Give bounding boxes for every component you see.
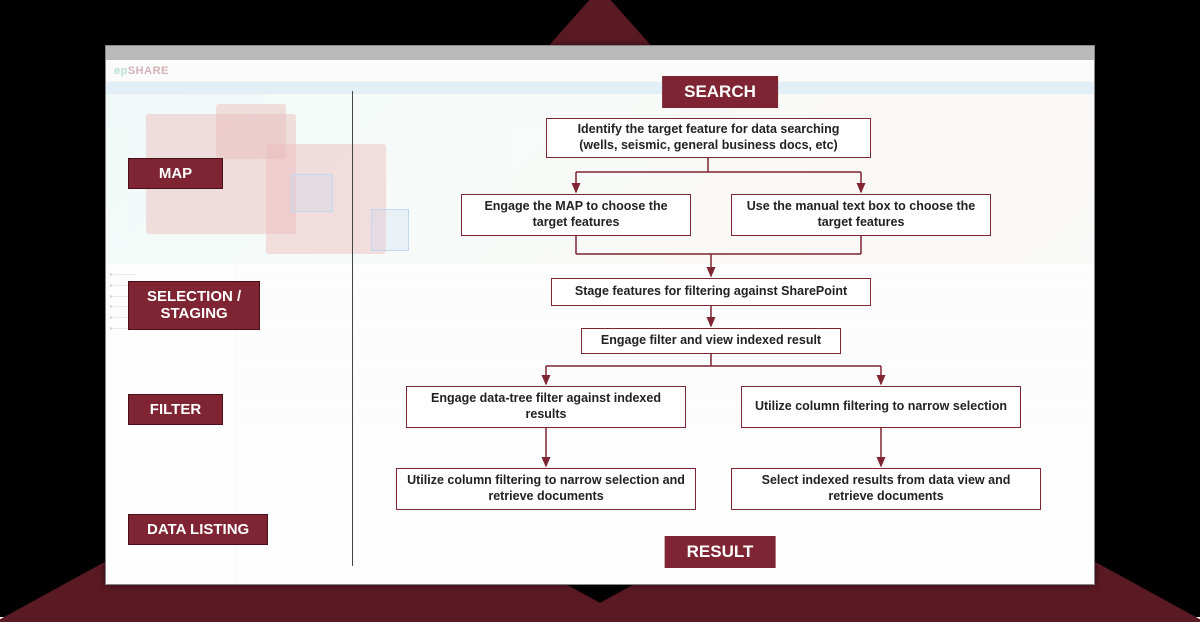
flow-node-tree-filter: Engage data-tree filter against indexed … <box>406 386 686 428</box>
flow-node-column-filter: Utilize column filtering to narrow selec… <box>741 386 1021 428</box>
decorative-triangle-top <box>545 0 655 50</box>
flow-node-stage: Stage features for filtering against Sha… <box>551 278 871 306</box>
flow-node-engage-map: Engage the MAP to choose the target feat… <box>461 194 691 236</box>
region-label-listing: DATA LISTING <box>128 514 268 545</box>
vertical-divider <box>352 91 353 566</box>
flow-node-identify: Identify the target feature for data sea… <box>546 118 871 158</box>
region-label-staging: SELECTION /STAGING <box>128 281 260 330</box>
badge-result: RESULT <box>665 536 776 568</box>
region-label-filter: FILTER <box>128 394 223 425</box>
flow-node-retrieve-right: Select indexed results from data view an… <box>731 468 1041 510</box>
overlay: MAP SELECTION /STAGING FILTER DATA LISTI… <box>106 46 1094 584</box>
region-label-map: MAP <box>128 158 223 189</box>
flow-node-retrieve-left: Utilize column filtering to narrow selec… <box>396 468 696 510</box>
badge-search: SEARCH <box>662 76 778 108</box>
flow-node-text-box: Use the manual text box to choose the ta… <box>731 194 991 236</box>
main-panel: epSHARE ▸ ─────▸ ─────▸ ─────▸ ─────▸ ──… <box>105 45 1095 585</box>
flow-node-engage-filter: Engage filter and view indexed result <box>581 328 841 354</box>
